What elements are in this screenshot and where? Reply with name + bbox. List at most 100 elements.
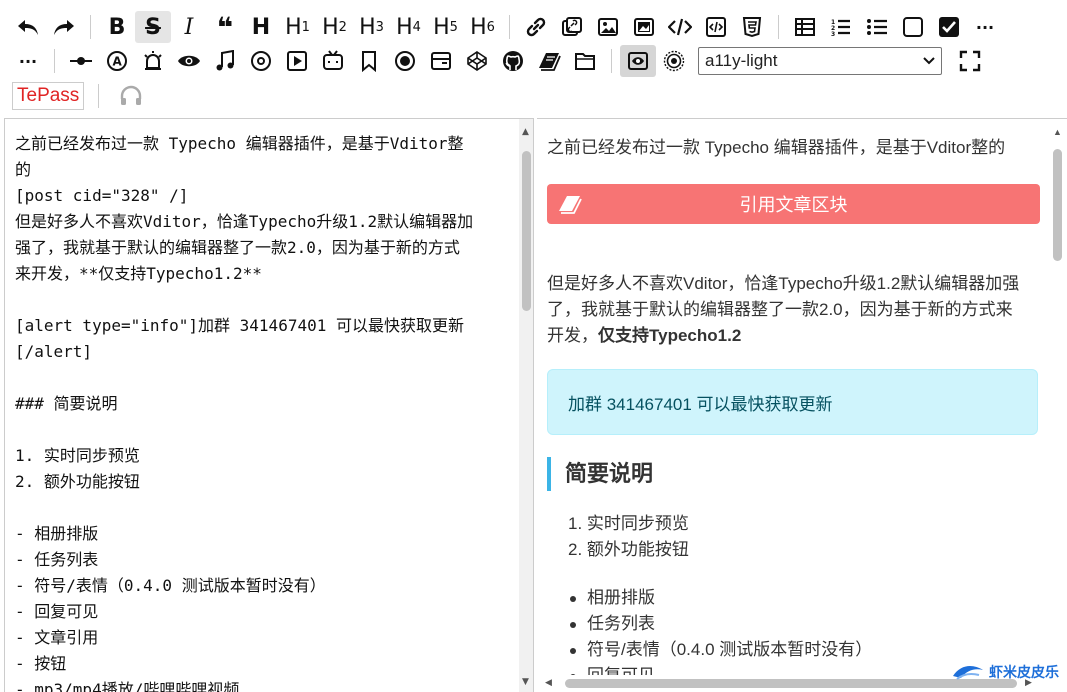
ordered-list-icon: 123 — [831, 19, 850, 37]
article-quote-block[interactable]: 引用文章区块 — [547, 184, 1040, 224]
card-button[interactable] — [423, 45, 459, 77]
preview-toggle-button[interactable] — [620, 45, 656, 77]
preview-intro: 之前已经发布过一款 Typecho 编辑器插件，是基于Vditor整的 — [547, 138, 1006, 157]
svg-text:3: 3 — [831, 31, 835, 37]
scroll-up-arrow-icon[interactable]: ▲ — [1053, 127, 1062, 137]
unordered-list-item: 任务列表 — [587, 614, 655, 633]
scroll-down-arrow-icon[interactable]: ▼ — [522, 677, 529, 687]
unordered-list-icon — [867, 19, 887, 35]
folder-button[interactable] — [567, 45, 603, 77]
strikethrough-button[interactable]: S — [135, 11, 171, 43]
book-icon — [559, 196, 582, 214]
checkbox-empty-icon — [903, 17, 923, 37]
chevron-down-icon — [923, 57, 935, 65]
code-theme-value: a11y-light — [705, 51, 778, 70]
bullet-icon — [570, 648, 576, 654]
editor-toolbar: B S I ❝ H H1 H2 H3 H4 H5 H6 1 2 3 ··· ··… — [0, 0, 1067, 118]
bold-button[interactable]: B — [99, 11, 135, 43]
h1-button[interactable]: H1 — [279, 11, 316, 43]
book-icon — [539, 53, 561, 71]
toolbar-row-3: TePass — [12, 79, 149, 113]
codepen-button[interactable] — [459, 45, 495, 77]
h6-button[interactable]: H6 — [464, 11, 501, 43]
code-button[interactable] — [662, 11, 698, 43]
editor-scrollbar-thumb[interactable] — [522, 151, 531, 311]
italic-button[interactable]: I — [171, 11, 207, 43]
gallery-button[interactable] — [626, 11, 662, 43]
ordered-list-item: 2. 额外功能按钮 — [568, 540, 689, 559]
divider — [54, 49, 55, 73]
undo-button[interactable] — [10, 11, 46, 43]
codepen-icon — [467, 51, 487, 71]
checkbox-checked-button[interactable] — [931, 11, 967, 43]
ordered-list-item: 1. 实时同步预览 — [568, 514, 689, 533]
commit-line-button[interactable] — [63, 45, 99, 77]
h3-button[interactable]: H3 — [353, 11, 390, 43]
quote-button[interactable]: ❝ — [207, 11, 243, 44]
checkbox-checked-icon — [939, 17, 959, 37]
bilibili-button[interactable] — [315, 45, 351, 77]
ordered-list-button[interactable]: 123 — [823, 11, 859, 43]
divider — [98, 84, 100, 108]
github-button[interactable] — [495, 45, 531, 77]
markdown-textarea[interactable]: 之前已经发布过一款 Typecho 编辑器插件，是基于Vditor整 的 [po… — [15, 131, 505, 692]
target-button[interactable] — [656, 45, 692, 77]
alert-button[interactable] — [135, 45, 171, 77]
image-button[interactable] — [590, 11, 626, 43]
scroll-left-arrow-icon[interactable]: ◀ — [545, 677, 552, 688]
scroll-up-arrow-icon[interactable]: ▲ — [522, 127, 529, 137]
image-link-icon — [562, 17, 582, 36]
commit-line-icon — [70, 57, 92, 65]
music-note-icon — [216, 50, 234, 71]
html-button[interactable] — [734, 11, 770, 43]
gallery-icon — [634, 18, 654, 36]
article-quote-label: 引用文章区块 — [739, 195, 848, 215]
checkbox-empty-button[interactable] — [895, 11, 931, 43]
record-button[interactable] — [387, 45, 423, 77]
record-icon — [395, 51, 415, 71]
headphones-icon — [121, 85, 142, 105]
unordered-list-button[interactable] — [859, 11, 895, 43]
table-icon — [795, 18, 815, 36]
more-button[interactable]: ··· — [10, 45, 46, 77]
preview-paragraph-line2: 了，我就基于默认的编辑器整了一款2.0，因为基于新的方式来 — [547, 300, 1013, 319]
redo-button[interactable] — [46, 11, 82, 43]
code-block-button[interactable] — [698, 11, 734, 43]
horizontal-rule-button[interactable]: ··· — [967, 11, 1003, 43]
heading-button[interactable]: H — [243, 11, 279, 43]
fullscreen-button[interactable] — [952, 45, 988, 77]
code-theme-select[interactable]: a11y-light — [698, 47, 942, 75]
editor-scrollbar[interactable]: ▲ ▼ — [519, 119, 533, 692]
folder-icon — [575, 53, 595, 70]
tepass-button[interactable]: TePass — [12, 82, 85, 110]
preview-hscrollbar-thumb[interactable] — [565, 679, 1017, 688]
letter-a-button[interactable]: A — [99, 45, 135, 77]
hide-content-button[interactable] — [171, 45, 207, 77]
eye-icon — [178, 55, 200, 67]
link-button[interactable] — [518, 11, 554, 43]
bookmark-icon — [362, 51, 376, 72]
redo-icon — [54, 20, 74, 35]
h5-button[interactable]: H5 — [427, 11, 464, 43]
h2-button[interactable]: H2 — [316, 11, 353, 43]
bookmark-button[interactable] — [351, 45, 387, 77]
book-button[interactable] — [531, 45, 567, 77]
music-button[interactable] — [207, 45, 243, 77]
table-button[interactable] — [787, 11, 823, 43]
preview-scrollbar[interactable]: ▲ — [1050, 119, 1065, 675]
window-icon — [431, 52, 451, 70]
bullet-icon — [570, 622, 576, 628]
preview-scrollbar-thumb[interactable] — [1053, 149, 1062, 261]
disc-button[interactable] — [243, 45, 279, 77]
video-button[interactable] — [279, 45, 315, 77]
headphones-button[interactable] — [113, 80, 149, 112]
preview-pane: 之前已经发布过一款 Typecho 编辑器插件，是基于Vditor整的 引用文章… — [537, 118, 1067, 692]
image-link-button[interactable] — [554, 11, 590, 43]
markdown-editor[interactable]: 之前已经发布过一款 Typecho 编辑器插件，是基于Vditor整 的 [po… — [4, 118, 534, 692]
h4-button[interactable]: H4 — [390, 11, 427, 43]
svg-text:A: A — [113, 55, 123, 69]
bullet-icon — [570, 596, 576, 602]
alert-text: 加群 341467401 可以最快获取更新 — [568, 394, 833, 414]
play-box-icon — [287, 51, 307, 71]
divider — [90, 15, 91, 39]
